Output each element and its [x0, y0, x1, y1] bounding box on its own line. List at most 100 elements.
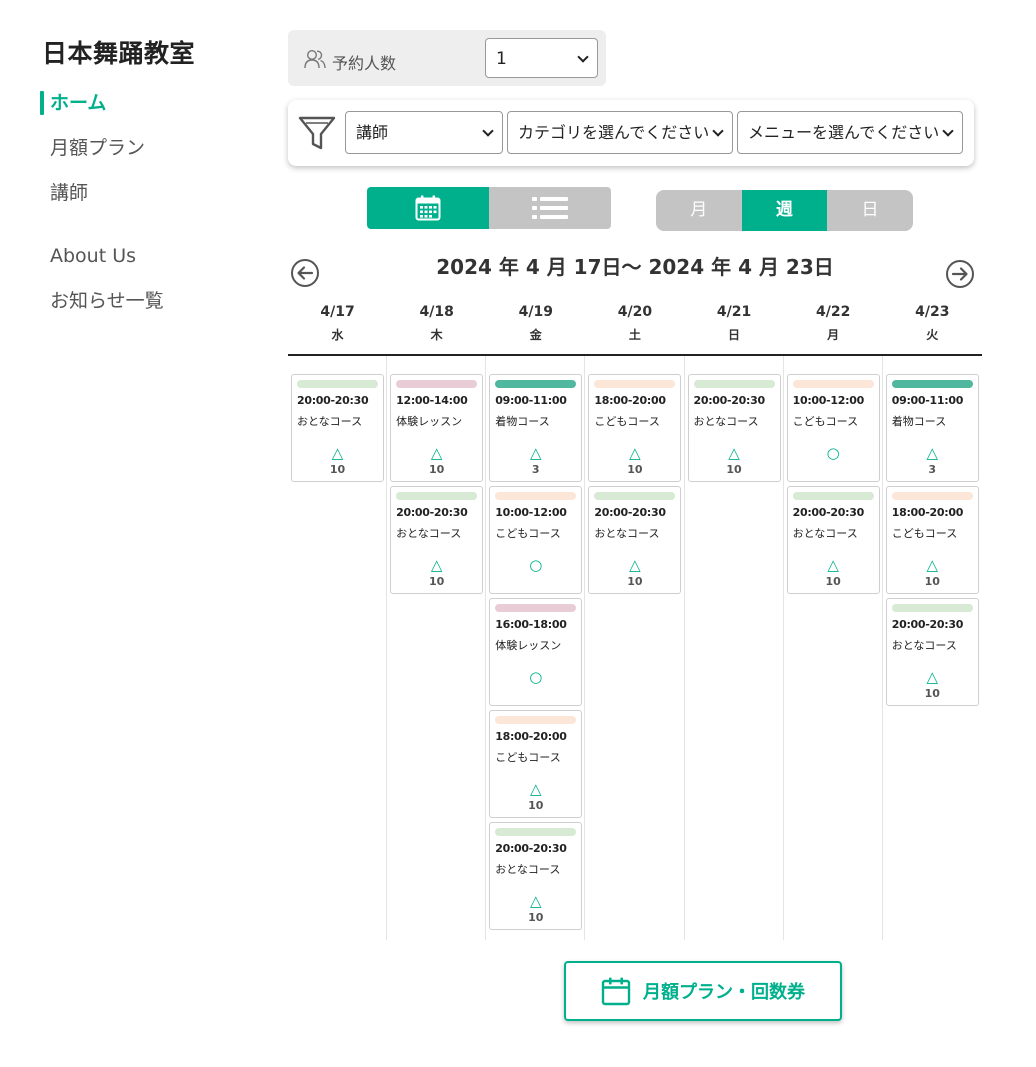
availability-mark: △ [529, 780, 542, 798]
site-title[interactable]: 日本舞踊教室 [42, 34, 195, 70]
teacher-select[interactable]: 講師 [345, 111, 503, 154]
lesson-card[interactable]: 09:00-11:00 着物コース △ 3 [885, 374, 979, 482]
remaining-seats: 10 [627, 575, 643, 588]
date-range-title: 2024 年 4 月 17日〜 2024 年 4 月 23日 [436, 255, 834, 279]
chevron-down-icon [942, 125, 954, 137]
period-toggle: 月 週 日 [656, 190, 913, 231]
list-icon [532, 197, 568, 219]
lesson-time: 10:00-12:00 [495, 506, 567, 519]
lesson-category-bar [594, 380, 676, 388]
day-header: 4/22 月 [816, 304, 851, 342]
availability-mark: △ [430, 444, 443, 462]
menu-select[interactable]: メニューを選んでください [737, 111, 963, 154]
lesson-card[interactable]: 20:00-20:30 おとなコース △ 10 [390, 486, 484, 594]
list-view-button[interactable] [489, 187, 611, 229]
day-column: 18:00-20:00 こどもコース △ 10 20:00-20:30 おとなコース △ 10 [585, 356, 685, 940]
lesson-category-bar [396, 380, 478, 388]
nav-item-teacher[interactable]: 講師 [40, 178, 240, 223]
reservation-count-box: 予約人数 1 [288, 30, 606, 86]
filter-icon [298, 116, 336, 150]
lesson-card[interactable]: 10:00-12:00 こどもコース ○ [489, 486, 583, 594]
remaining-seats: 10 [924, 687, 940, 700]
lesson-category-bar [495, 604, 577, 612]
lesson-card[interactable]: 16:00-18:00 体験レッスン ○ [489, 598, 583, 706]
availability-mark: △ [926, 668, 939, 686]
lesson-name: こどもコース [495, 751, 561, 764]
nav-item-about-us[interactable]: About Us [40, 241, 240, 286]
lesson-time: 18:00-20:00 [891, 506, 964, 519]
lesson-card[interactable]: 10:00-12:00 こどもコース ○ [786, 374, 880, 482]
availability-mark: △ [629, 556, 641, 574]
lesson-name: おとなコース [297, 415, 363, 428]
nav-item-home[interactable]: ホーム [40, 88, 240, 133]
lesson-card[interactable]: 20:00-20:30 おとなコース △ 10 [291, 374, 384, 482]
lesson-name: 体験レッスン [396, 415, 463, 428]
lesson-name: おとなコース [792, 527, 858, 540]
remaining-seats: 10 [627, 463, 643, 476]
period-week-button[interactable]: 週 [741, 190, 828, 231]
lesson-name: おとなコース [396, 527, 462, 540]
availability-mark: ○ [529, 668, 543, 686]
lesson-name: こどもコース [594, 415, 660, 428]
remaining-seats: 10 [329, 463, 346, 476]
schedule-grid: 20:00-20:30 おとなコース △ 10 12:00-14:00 体験レッスン △ 10… [288, 356, 982, 940]
lesson-time: 09:00-11:00 [495, 394, 567, 407]
lesson-time: 16:00-18:00 [495, 618, 567, 631]
lesson-category-bar [891, 380, 973, 388]
lesson-category-bar [792, 380, 874, 388]
remaining-seats: 10 [428, 575, 445, 588]
lesson-category-bar [891, 604, 973, 612]
remaining-seats: 10 [726, 463, 742, 476]
reservation-count-select[interactable]: 1 [485, 38, 598, 78]
lesson-card[interactable]: 20:00-20:30 おとなコース △ 10 [885, 598, 979, 706]
nav-item-monthly-plan[interactable]: 月額プラン [40, 133, 240, 178]
menu-select-value: メニューを選んでください [748, 123, 940, 142]
remaining-seats: 10 [528, 911, 544, 924]
nav-item-news[interactable]: お知らせ一覧 [40, 286, 240, 331]
lesson-card[interactable]: 09:00-11:00 着物コース △ 3 [489, 374, 583, 482]
availability-mark: △ [728, 444, 740, 462]
lesson-card[interactable]: 18:00-20:00 こどもコース △ 10 [885, 486, 979, 594]
lesson-name: こどもコース [792, 415, 859, 428]
lesson-time: 20:00-20:30 [693, 394, 766, 407]
day-column: 09:00-11:00 着物コース △ 3 18:00-20:00 こどもコース △ 10 20… [883, 356, 982, 940]
lesson-category-bar [792, 492, 874, 500]
availability-mark: ○ [826, 444, 840, 462]
day-header-row: 4/17 水 4/18 木 4/19 金 4/20 土 4/21 日 4/22 月 4/23… [288, 300, 982, 356]
day-column: 09:00-11:00 着物コース △ 3 10:00-12:00 こどもコース ○ 16:0… [486, 356, 586, 940]
period-day-button[interactable]: 日 [827, 190, 913, 231]
sidebar-nav: ホーム 月額プラン 講師 About Us お知らせ一覧 [40, 88, 240, 331]
lesson-time: 10:00-12:00 [792, 394, 865, 407]
day-column: 10:00-12:00 こどもコース ○ 20:00-20:30 おとなコース △ 10 [784, 356, 883, 940]
reservation-count-label: 予約人数 [332, 54, 397, 73]
lesson-name: おとなコース [594, 527, 660, 540]
remaining-seats: 3 [928, 463, 937, 476]
remaining-seats: 10 [528, 799, 544, 812]
lesson-card[interactable]: 18:00-20:00 こどもコース △ 10 [489, 710, 583, 818]
category-select-value: カテゴリを選んでください [518, 123, 710, 142]
lesson-name: おとなコース [495, 863, 561, 876]
lesson-card[interactable]: 20:00-20:30 おとなコース △ 10 [588, 486, 682, 594]
lesson-card[interactable]: 20:00-20:30 おとなコース △ 10 [786, 486, 880, 594]
calendar-view-button[interactable] [367, 187, 489, 229]
lesson-time: 18:00-20:00 [495, 730, 567, 743]
chevron-down-icon [482, 125, 494, 137]
lesson-name: おとなコース [891, 639, 957, 652]
lesson-time: 09:00-11:00 [891, 394, 964, 407]
monthly-plan-ticket-button[interactable]: 月額プラン・回数券 [564, 961, 842, 1021]
availability-mark: △ [529, 892, 542, 910]
day-column: 20:00-20:30 おとなコース △ 10 [685, 356, 784, 940]
availability-mark: △ [926, 444, 939, 462]
lesson-card[interactable]: 12:00-14:00 体験レッスン △ 10 [390, 374, 484, 482]
category-select[interactable]: カテゴリを選んでください [507, 111, 733, 154]
lesson-card[interactable]: 20:00-20:30 おとなコース △ 10 [687, 374, 781, 482]
next-week-arrow-icon[interactable] [945, 259, 975, 289]
period-month-button[interactable]: 月 [656, 190, 742, 231]
availability-mark: △ [331, 444, 344, 462]
lesson-card[interactable]: 20:00-20:30 おとなコース △ 10 [489, 822, 583, 930]
lesson-card[interactable]: 18:00-20:00 こどもコース △ 10 [588, 374, 682, 482]
lesson-category-bar [594, 492, 676, 500]
lesson-category-bar [495, 716, 577, 724]
lesson-name: おとなコース [693, 415, 759, 428]
day-column: 12:00-14:00 体験レッスン △ 10 20:00-20:30 おとなコース △ 10 [387, 356, 487, 940]
